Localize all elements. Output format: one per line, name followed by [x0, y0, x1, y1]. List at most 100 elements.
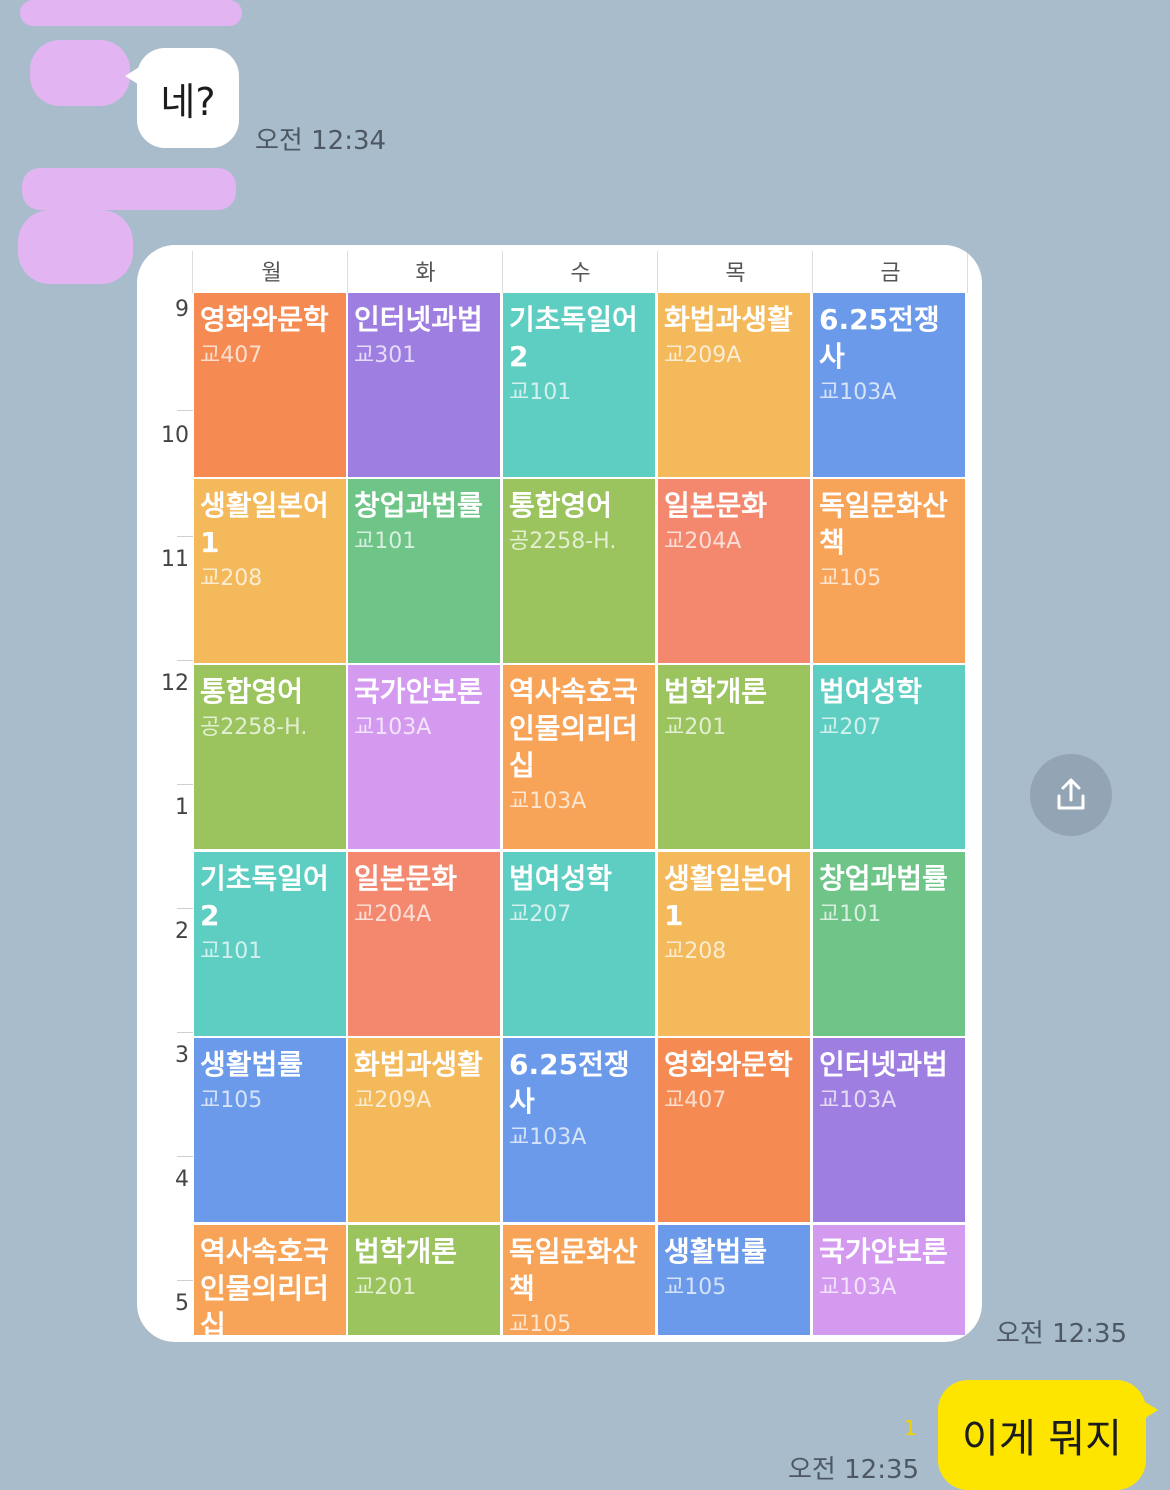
- course-block[interactable]: 6.25전쟁사교103A: [503, 1038, 655, 1222]
- course-room: 공2258-H.: [200, 715, 308, 740]
- course-room: 교101: [819, 902, 882, 927]
- course-name: 창업과법률: [819, 862, 948, 895]
- incoming-message-text: 네?: [160, 79, 216, 124]
- course-room: 교101: [509, 380, 572, 405]
- hour-label: 2: [175, 919, 189, 944]
- course-block[interactable]: 생활일본어1 교208: [194, 479, 346, 663]
- course-block[interactable]: 법여성학 교207: [503, 852, 655, 1036]
- share-button[interactable]: [1030, 754, 1112, 836]
- course-block[interactable]: 기초독일어2 교101: [194, 852, 346, 1036]
- course-room: 교208: [664, 939, 727, 964]
- hour-label: 5: [175, 1291, 189, 1316]
- course-block[interactable]: 법학개론교201: [348, 1225, 500, 1335]
- course-name: 인터넷과법: [354, 303, 483, 336]
- course-room: 교207: [819, 715, 882, 740]
- share-icon: [1057, 778, 1085, 810]
- course-name: 6.25전쟁사: [509, 1048, 630, 1118]
- course-room: 교105: [819, 566, 882, 591]
- outgoing-message-text: 이게 뭐지: [962, 1416, 1122, 1462]
- hour-label: 3: [175, 1043, 189, 1068]
- course-block[interactable]: 법학개론 교201: [658, 665, 810, 849]
- course-room: 교201: [664, 715, 727, 740]
- course-name: 생활법률: [664, 1235, 768, 1268]
- course-room: 공2258-H.: [509, 529, 617, 554]
- unread-count: 1: [904, 1416, 917, 1440]
- course-name: 영화와문학: [200, 303, 329, 336]
- course-name: 역사속호국인물의리더십: [509, 675, 638, 782]
- course-name: 화법과생활: [354, 1048, 483, 1081]
- course-block[interactable]: 6.25전쟁사 교103A: [813, 293, 965, 477]
- course-block[interactable]: 화법과생활교209A: [348, 1038, 500, 1222]
- incoming-message-time: 오전 12:34: [255, 126, 387, 156]
- course-name: 통합영어: [509, 489, 613, 522]
- course-room: 교103A: [819, 1275, 897, 1300]
- course-name: 일본문화: [664, 489, 768, 522]
- course-room: 교105: [664, 1275, 727, 1300]
- hour-label: 4: [175, 1167, 189, 1192]
- course-block[interactable]: 통합영어공2258-H.: [503, 479, 655, 663]
- course-block[interactable]: 화법과생활교209A: [658, 293, 810, 477]
- course-block[interactable]: 일본문화 교204A: [658, 479, 810, 663]
- redacted-profile-mark: [20, 0, 242, 26]
- course-room: 교105: [509, 1312, 572, 1335]
- day-header: 화: [415, 261, 436, 286]
- course-block[interactable]: 생활법률 교105: [194, 1038, 346, 1222]
- hour-label: 10: [161, 423, 189, 448]
- course-room: 교103A: [509, 1125, 587, 1150]
- course-block[interactable]: 통합영어공2258-H.: [194, 665, 346, 849]
- course-name: 법여성학: [509, 862, 613, 895]
- course-name: 역사속호국인물의리더십: [200, 1235, 329, 1335]
- course-block[interactable]: 일본문화교204A: [348, 852, 500, 1036]
- hour-line: [177, 1280, 193, 1281]
- course-name: 생활법률: [200, 1048, 304, 1081]
- course-block[interactable]: 인터넷과법교301: [348, 293, 500, 477]
- hour-line: [177, 536, 193, 537]
- course-name: 법학개론: [354, 1235, 458, 1268]
- redacted-profile-mark: [30, 40, 130, 106]
- outgoing-message-time: 오전 12:35: [788, 1455, 920, 1485]
- course-room: 교204A: [354, 902, 432, 927]
- course-block[interactable]: 창업과법률 교101: [348, 479, 500, 663]
- course-name: 창업과법률: [354, 489, 483, 522]
- course-block[interactable]: 독일문화산책교105: [813, 479, 965, 663]
- course-block[interactable]: 인터넷과법 교103A: [813, 1038, 965, 1222]
- course-room: 교101: [200, 939, 263, 964]
- day-header: 목: [725, 261, 746, 286]
- course-room: 교103A: [354, 715, 432, 740]
- image-message-time: 오전 12:35: [996, 1319, 1128, 1349]
- course-room: 교208: [200, 566, 263, 591]
- course-name: 독일문화산책: [819, 489, 948, 559]
- course-name: 국가안보론: [819, 1235, 948, 1268]
- course-room: 교201: [354, 1275, 417, 1300]
- timetable-image-message[interactable]: 월 화 수 목 금 9 10 11 12 1 2 3 4 5 영화와문학 교407 인터넷과법 교301 기초독일어…: [137, 245, 982, 1342]
- course-block[interactable]: 역사속호국인물의리더십: [194, 1225, 346, 1335]
- course-block[interactable]: 생활법률교105: [658, 1225, 810, 1335]
- hour-line: [177, 1032, 193, 1033]
- course-room: 교301: [354, 343, 417, 368]
- course-block[interactable]: 국가안보론교103A: [348, 665, 500, 849]
- course-name: 영화와문학: [664, 1048, 793, 1081]
- course-room: 교103A: [509, 789, 587, 814]
- course-block[interactable]: 창업과법률교101: [813, 852, 965, 1036]
- course-name: 국가안보론: [354, 675, 483, 708]
- course-block[interactable]: 역사속호국인물의리더십교103A: [503, 665, 655, 849]
- course-block[interactable]: 독일문화산책 교105: [503, 1225, 655, 1335]
- course-name: 일본문화: [354, 862, 458, 895]
- course-room: 교407: [200, 343, 263, 368]
- incoming-message-bubble[interactable]: 네?: [125, 48, 239, 148]
- course-name: 통합영어: [200, 675, 304, 708]
- course-block[interactable]: 국가안보론교103A: [813, 1225, 965, 1335]
- course-block[interactable]: 법여성학교207: [813, 665, 965, 849]
- course-room: 교209A: [354, 1088, 432, 1113]
- course-name: 법여성학: [819, 675, 923, 708]
- outgoing-message-bubble[interactable]: 이게 뭐지: [938, 1380, 1158, 1490]
- course-block[interactable]: 생활일본어1 교208: [658, 852, 810, 1036]
- course-block[interactable]: 기초독일어2 교101: [503, 293, 655, 477]
- course-name: 화법과생활: [664, 303, 793, 336]
- hour-line: [177, 784, 193, 785]
- course-room: 교209A: [664, 343, 742, 368]
- course-room: 교103A: [819, 1088, 897, 1113]
- hour-line: [177, 410, 193, 411]
- course-block[interactable]: 영화와문학교407: [194, 293, 346, 477]
- course-block[interactable]: 영화와문학 교407: [658, 1038, 810, 1222]
